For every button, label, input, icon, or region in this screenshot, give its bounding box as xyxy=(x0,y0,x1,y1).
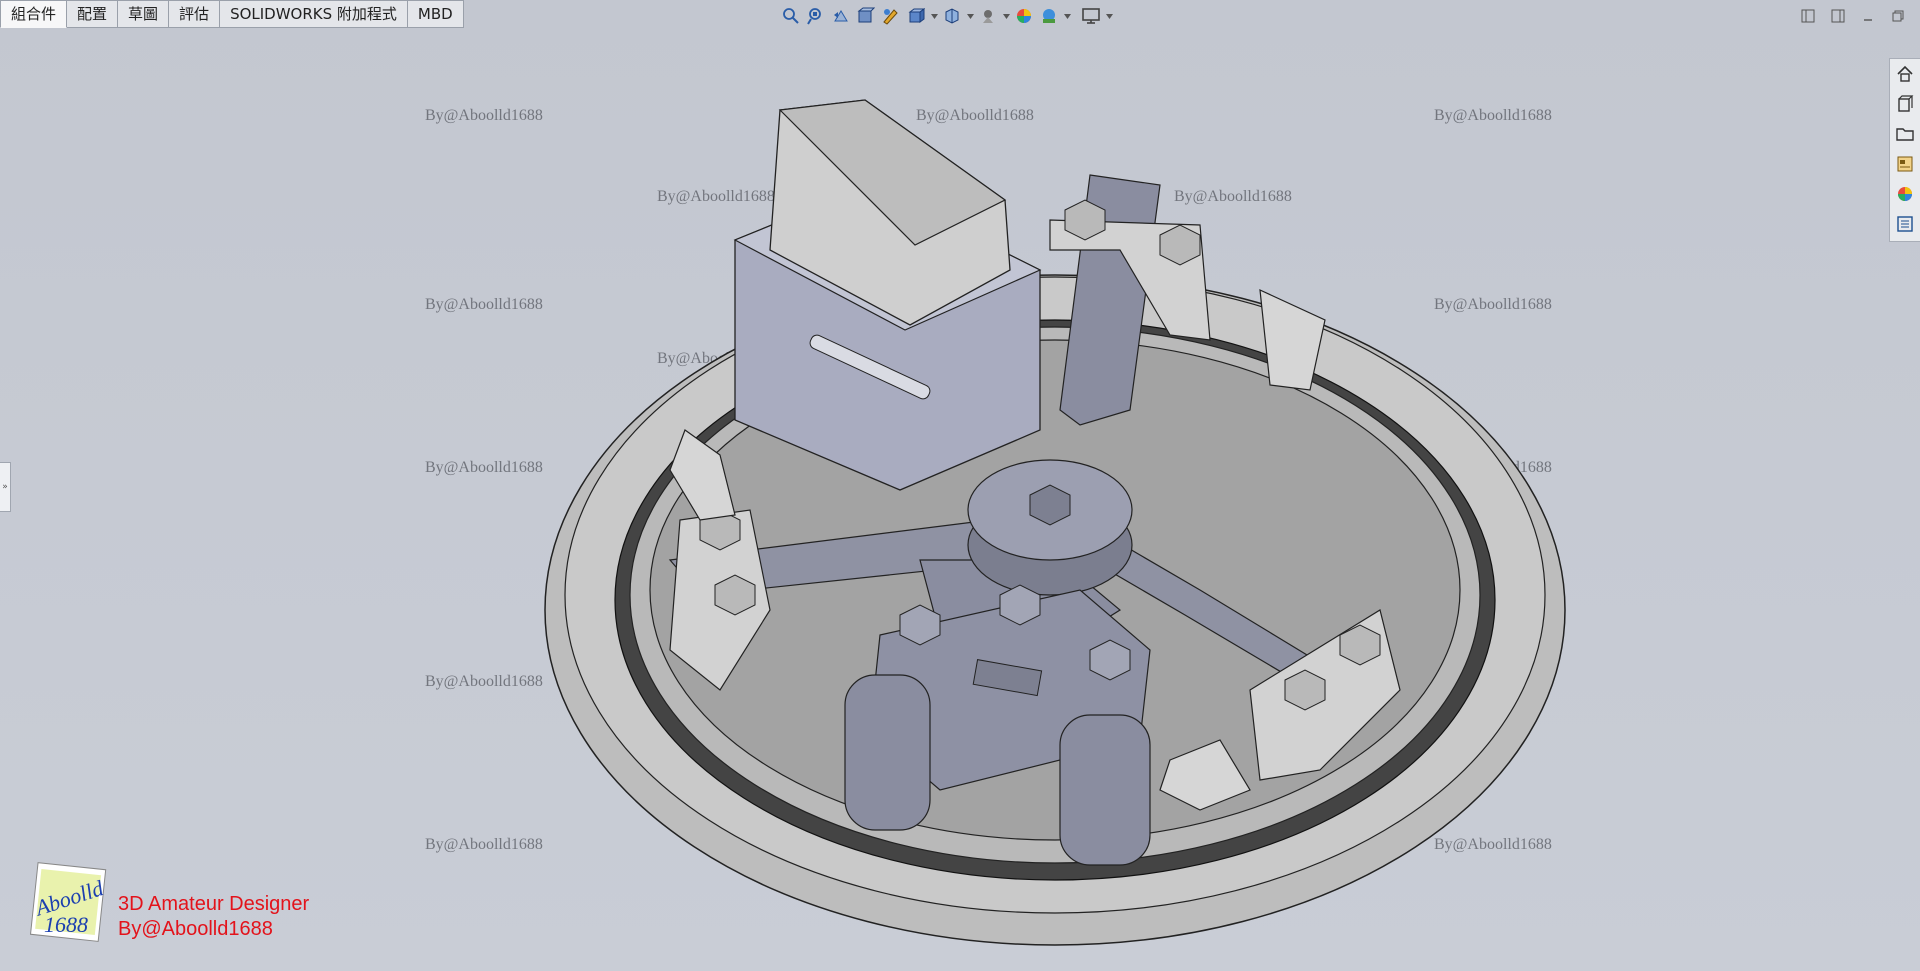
tab-assembly[interactable]: 組合件 xyxy=(0,0,68,28)
chevron-down-icon[interactable] xyxy=(966,5,974,27)
design-library-icon[interactable] xyxy=(1890,89,1920,119)
display-style-icon[interactable] xyxy=(941,5,963,27)
heads-up-view-toolbar xyxy=(780,4,1113,28)
brand-line-1: 3D Amateur Designer xyxy=(118,893,310,915)
assembly-model[interactable] xyxy=(520,90,1580,950)
tab-sketch[interactable]: 草圖 xyxy=(118,0,170,28)
file-explorer-icon[interactable] xyxy=(1890,119,1920,149)
tile-right-icon[interactable] xyxy=(1828,6,1848,26)
window-controls xyxy=(1798,6,1908,26)
feature-manager-expand-handle[interactable]: » xyxy=(0,462,11,512)
view-palette-icon[interactable] xyxy=(1890,149,1920,179)
apply-scene-icon[interactable] xyxy=(1038,5,1060,27)
logo-text-bottom: 1688 xyxy=(44,912,88,937)
zoom-to-fit-icon[interactable] xyxy=(780,5,802,27)
view-settings-icon[interactable] xyxy=(1080,5,1102,27)
tab-evaluate[interactable]: 評估 xyxy=(169,0,221,28)
section-view-icon[interactable] xyxy=(855,5,877,27)
zoom-to-area-icon[interactable] xyxy=(805,5,827,27)
graphics-area[interactable]: By@Aboolld1688 By@Aboolld1688 By@Aboolld… xyxy=(0,0,1920,971)
tile-left-icon[interactable] xyxy=(1798,6,1818,26)
tab-layout[interactable]: 配置 xyxy=(67,0,119,28)
chevron-down-icon[interactable] xyxy=(1063,5,1071,27)
view-orientation-icon[interactable] xyxy=(905,5,927,27)
appearances-icon[interactable] xyxy=(1890,179,1920,209)
previous-view-icon[interactable] xyxy=(830,5,852,27)
edit-appearance-icon[interactable] xyxy=(1013,5,1035,27)
chevron-down-icon[interactable] xyxy=(1002,5,1010,27)
brand-logo: Aboolld 1688 xyxy=(29,862,107,942)
task-pane xyxy=(1889,58,1920,242)
dynamic-annotation-icon[interactable] xyxy=(880,5,902,27)
chevron-down-icon[interactable] xyxy=(1105,5,1113,27)
custom-properties-icon[interactable] xyxy=(1890,209,1920,239)
home-icon[interactable] xyxy=(1890,59,1920,89)
command-manager-tabs: 組合件 配置 草圖 評估 SOLIDWORKS 附加程式 MBD xyxy=(0,0,464,28)
restore-icon[interactable] xyxy=(1888,6,1908,26)
tab-solidworks-addins[interactable]: SOLIDWORKS 附加程式 xyxy=(220,0,408,28)
minimize-icon[interactable] xyxy=(1858,6,1878,26)
tab-mbd[interactable]: MBD xyxy=(407,0,464,28)
hide-show-items-icon[interactable] xyxy=(977,5,999,27)
brand-line-2: By@Aboolld1688 xyxy=(118,918,273,940)
chevron-down-icon[interactable] xyxy=(930,5,938,27)
